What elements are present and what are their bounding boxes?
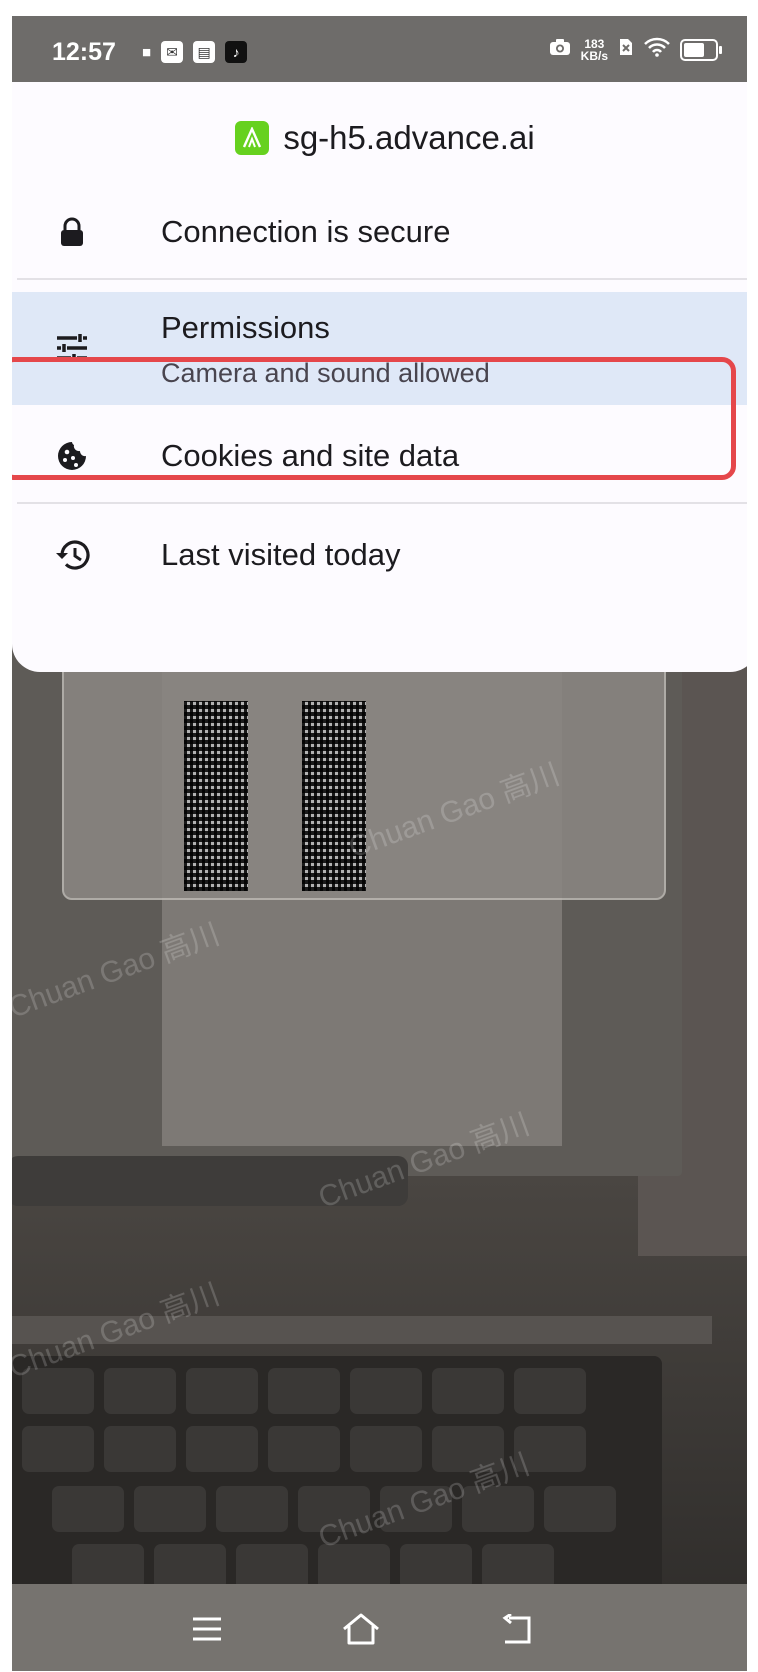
divider [17,278,753,280]
net-speed: 183 KB/s [580,36,608,63]
qr-code-right [302,701,366,891]
lock-icon [54,214,90,250]
qr-code-left [184,701,248,891]
camera-status-icon [549,38,571,61]
no-sim-icon [618,37,634,62]
site-favicon-icon [235,121,270,155]
site-header: sg-h5.advance.ai [12,110,758,166]
navigation-bar [12,1584,758,1671]
permissions-title: Permissions [161,310,330,345]
video-icon: ■ [142,43,152,61]
mail-app-icon: ✉ [161,41,184,63]
connection-status-label: Connection is secure [161,214,451,249]
last-visited-label: Last visited today [161,537,401,572]
status-bar: 12:57 ■ ✉ ▤ ♪ 183 KB/s [12,16,758,82]
status-time: 12:57 [52,38,116,66]
history-icon [54,537,90,573]
tiktok-icon: ♪ [225,41,248,63]
highlight-annotation [12,357,736,480]
divider [17,502,753,504]
menu-icon[interactable] [182,1604,232,1654]
wifi-icon [644,37,670,62]
dock [12,1156,408,1206]
keyboard [12,1356,662,1596]
history-row[interactable]: Last visited today [12,505,758,605]
page-info-sheet: sg-h5.advance.ai Connection is secure Pe… [12,82,758,672]
connection-security-row[interactable]: Connection is secure [12,182,758,282]
battery-icon [680,38,722,61]
phone-screen: Chuan Gao 高川 Chuan Gao 高川 Chuan Gao 高川 C… [12,16,758,1671]
home-icon[interactable] [336,1604,386,1654]
wallet-app-icon: ▤ [193,41,216,63]
back-icon[interactable] [492,1604,542,1654]
site-domain: sg-h5.advance.ai [283,119,535,156]
